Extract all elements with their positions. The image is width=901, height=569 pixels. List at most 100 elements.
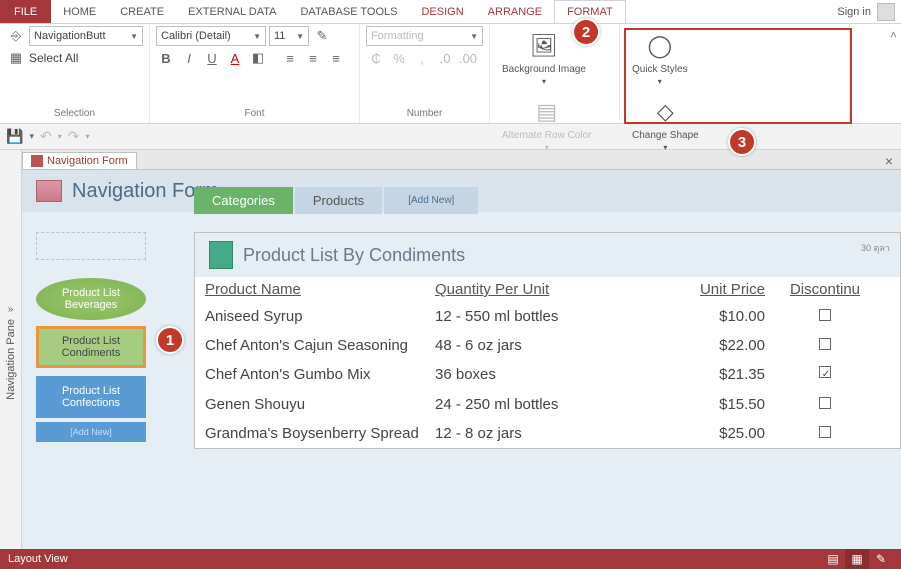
- table-row[interactable]: Aniseed Syrup12 - 550 ml bottles$10.00: [195, 302, 900, 331]
- ribbon-collapse-icon[interactable]: ˄: [890, 28, 897, 42]
- tab-file[interactable]: FILE: [0, 0, 51, 23]
- vnav-beverages[interactable]: Product List Beverages: [36, 278, 146, 320]
- align-left-button[interactable]: ≡: [280, 48, 300, 68]
- number-format-combo: Formatting▼: [366, 26, 483, 46]
- document-tab-label: Navigation Form: [47, 155, 128, 167]
- checkbox-icon[interactable]: [819, 338, 831, 350]
- table-row[interactable]: Genen Shouyu24 - 250 ml bottles$15.50: [195, 390, 900, 419]
- col-header-disc[interactable]: Discontinu: [785, 281, 865, 298]
- col-header-qty[interactable]: Quantity Per Unit: [435, 281, 665, 298]
- tab-create[interactable]: CREATE: [108, 0, 176, 23]
- bold-button[interactable]: B: [156, 48, 176, 68]
- tab-design[interactable]: DESIGN: [409, 0, 475, 23]
- subform-icon: [209, 241, 233, 269]
- htab-add-new[interactable]: [Add New]: [384, 187, 478, 214]
- comma-icon: ,: [412, 48, 432, 68]
- view-layout-button[interactable]: ▦: [845, 549, 869, 569]
- inc-decimal-icon: .0: [435, 48, 455, 68]
- select-all-button[interactable]: ▦ Select All: [6, 48, 143, 68]
- document-tab-navigation-form[interactable]: Navigation Form: [22, 152, 137, 169]
- cell-disc[interactable]: [785, 337, 865, 354]
- subform-date: 30 ตุลา: [861, 241, 890, 255]
- cell-price: $22.00: [665, 337, 785, 354]
- htab-products[interactable]: Products: [295, 187, 382, 214]
- italic-button[interactable]: I: [179, 48, 199, 68]
- tab-external-data[interactable]: EXTERNAL DATA: [176, 0, 288, 23]
- table-row[interactable]: Chef Anton's Cajun Seasoning48 - 6 oz ja…: [195, 331, 900, 360]
- select-all-label: Select All: [29, 51, 78, 65]
- align-center-button[interactable]: ≡: [303, 48, 323, 68]
- underline-button[interactable]: U: [202, 48, 222, 68]
- cell-disc[interactable]: [785, 425, 865, 442]
- cell-name: Grandma's Boysenberry Spread: [205, 425, 435, 442]
- col-header-name[interactable]: Product Name: [205, 281, 435, 298]
- change-shape-button[interactable]: ◇Change Shape▾: [626, 92, 705, 156]
- change-shape-icon: ◇: [649, 96, 681, 128]
- cell-qty: 24 - 250 ml bottles: [435, 396, 665, 413]
- group-label-font: Font: [156, 106, 353, 121]
- sign-in-label: Sign in: [837, 6, 871, 18]
- align-right-button[interactable]: ≡: [326, 48, 346, 68]
- group-label-selection: Selection: [6, 106, 143, 121]
- cell-qty: 12 - 550 ml bottles: [435, 308, 665, 325]
- dec-decimal-icon: .00: [458, 48, 478, 68]
- vnav-add-new[interactable]: [Add New]: [36, 422, 146, 442]
- quick-styles-button[interactable]: ◯Quick Styles▾: [626, 26, 694, 90]
- col-header-price[interactable]: Unit Price: [665, 281, 785, 298]
- cell-disc[interactable]: [785, 308, 865, 325]
- image-icon: 🖼: [528, 30, 560, 62]
- sign-in[interactable]: Sign in: [837, 0, 901, 23]
- cell-qty: 48 - 6 oz jars: [435, 337, 665, 354]
- fill-color-button[interactable]: ◧: [248, 48, 268, 68]
- tab-home[interactable]: HOME: [51, 0, 108, 23]
- qat-dropdown[interactable]: ▾: [29, 131, 34, 142]
- status-view-label: Layout View: [8, 553, 68, 565]
- navpane-label[interactable]: Navigation Pane: [5, 319, 17, 400]
- checkbox-icon[interactable]: [819, 309, 831, 321]
- cell-name: Chef Anton's Cajun Seasoning: [205, 337, 435, 354]
- cell-price: $10.00: [665, 308, 785, 325]
- cell-price: $25.00: [665, 425, 785, 442]
- tab-database-tools[interactable]: DATABASE TOOLS: [288, 0, 409, 23]
- navpane-toggle[interactable]: »: [8, 300, 14, 319]
- vnav-confections[interactable]: Product List Confections: [36, 376, 146, 418]
- font-name-combo[interactable]: Calibri (Detail)▼: [156, 26, 266, 46]
- placeholder-cell: [36, 232, 146, 260]
- percent-icon: %: [389, 48, 409, 68]
- tab-arrange[interactable]: ARRANGE: [476, 0, 554, 23]
- cell-name: Chef Anton's Gumbo Mix: [205, 366, 435, 384]
- cell-qty: 36 boxes: [435, 366, 665, 384]
- callout-3: 3: [728, 128, 756, 156]
- table-row[interactable]: Chef Anton's Gumbo Mix36 boxes$21.35: [195, 360, 900, 390]
- select-all-icon: ▦: [6, 48, 26, 68]
- alt-row-color-button: ▤ Alternate Row Color▾: [496, 92, 597, 156]
- view-form-button[interactable]: ▤: [821, 549, 845, 569]
- avatar-icon: [877, 3, 895, 21]
- selection-icon: ⎆: [6, 26, 26, 46]
- format-painter-icon[interactable]: ✎: [312, 26, 332, 46]
- cell-disc[interactable]: [785, 366, 865, 384]
- redo-button[interactable]: ↷: [68, 128, 80, 145]
- close-tab-button[interactable]: ×: [877, 153, 901, 169]
- checkbox-icon[interactable]: [819, 397, 831, 409]
- font-size-combo[interactable]: 11▼: [269, 26, 309, 46]
- vnav-condiments[interactable]: Product List Condiments: [36, 326, 146, 368]
- cell-price: $15.50: [665, 396, 785, 413]
- chevron-down-icon: ▼: [130, 32, 138, 41]
- group-label-number: Number: [366, 106, 483, 121]
- cell-disc[interactable]: [785, 396, 865, 413]
- save-button[interactable]: 💾: [6, 128, 23, 145]
- cell-qty: 12 - 8 oz jars: [435, 425, 665, 442]
- table-row[interactable]: Grandma's Boysenberry Spread12 - 8 oz ja…: [195, 419, 900, 448]
- callout-1: 1: [156, 326, 184, 354]
- checkbox-icon[interactable]: [819, 426, 831, 438]
- callout-2: 2: [572, 18, 600, 46]
- object-selector[interactable]: NavigationButt▼: [29, 26, 143, 46]
- font-color-button[interactable]: A: [225, 48, 245, 68]
- checkbox-icon[interactable]: [819, 366, 831, 378]
- undo-button[interactable]: ↶: [40, 128, 52, 145]
- htab-categories[interactable]: Categories: [194, 187, 293, 214]
- subform-title: Product List By Condiments: [243, 245, 465, 266]
- currency-icon: ₵: [366, 48, 386, 68]
- view-design-button[interactable]: ✎: [869, 549, 893, 569]
